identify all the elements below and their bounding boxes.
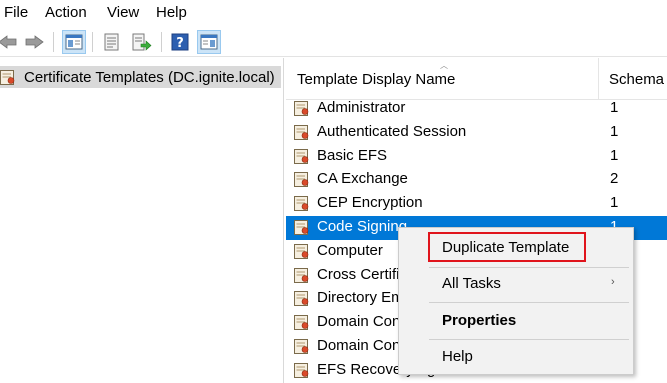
toolbar: ? (0, 27, 667, 57)
certificate-template-icon (294, 338, 312, 358)
menu-file[interactable]: File (2, 4, 30, 21)
console-tree: Certificate Templates (DC.ignite.local) (0, 58, 284, 383)
column-header-display-name[interactable]: Template Display Name (297, 71, 455, 88)
menu-help[interactable]: Help (154, 4, 189, 21)
menu-item-duplicate-template[interactable]: Duplicate Template (399, 234, 633, 262)
help-icon[interactable]: ? (168, 30, 192, 54)
table-row[interactable]: CA Exchange 2 (286, 168, 667, 192)
template-name-cell: Code Signing (317, 218, 408, 235)
template-name-cell: Basic EFS (317, 146, 388, 164)
menu-item-label: All Tasks (442, 275, 501, 292)
template-name-cell: Directory Em (317, 289, 404, 307)
back-arrow-icon[interactable] (0, 30, 20, 54)
column-header-schema-version[interactable]: Schema V (609, 71, 667, 88)
schema-version-cell: 1 (610, 122, 619, 140)
show-action-pane-icon[interactable] (197, 30, 221, 54)
certificate-template-icon (294, 148, 312, 168)
template-name-cell: Domain Con (317, 313, 401, 331)
certificate-template-icon (294, 100, 312, 120)
certificate-template-icon (294, 171, 312, 191)
list-header: ︿ Template Display Name Schema V (286, 58, 667, 100)
menu-item-properties[interactable]: Properties (399, 307, 633, 335)
menu-separator (429, 339, 629, 340)
menu-item-label: Duplicate Template (442, 239, 570, 256)
show-hide-console-tree-icon[interactable] (62, 30, 86, 54)
context-menu: Duplicate Template All Tasks › Propertie… (398, 227, 634, 375)
menu-item-help[interactable]: Help (399, 343, 633, 371)
menu-separator (429, 302, 629, 303)
certificate-template-icon (294, 195, 312, 215)
toolbar-separator (92, 32, 93, 52)
certificate-template-icon (294, 124, 312, 144)
tree-item-certificate-templates[interactable]: Certificate Templates (DC.ignite.local) (0, 66, 281, 88)
sort-ascending-icon: ︿ (440, 61, 448, 70)
toolbar-separator (53, 32, 54, 52)
svg-text:?: ? (176, 36, 184, 51)
schema-version-cell: 2 (610, 170, 619, 188)
template-name-cell: CA Exchange (317, 170, 408, 188)
schema-version-cell: 1 (610, 146, 619, 164)
schema-version-cell: 1 (610, 99, 619, 116)
table-row[interactable]: Authenticated Session 1 (286, 121, 667, 145)
column-divider[interactable] (598, 58, 599, 100)
properties-icon[interactable] (100, 30, 124, 54)
table-row[interactable]: Administrator 1 (286, 97, 667, 121)
template-name-cell: Domain Con (317, 337, 401, 354)
menu-view[interactable]: View (105, 4, 141, 21)
template-name-cell: Cross Certific (317, 265, 408, 283)
template-name-cell: Computer (317, 241, 383, 259)
certificate-template-icon (294, 314, 312, 334)
schema-version-cell: 1 (610, 194, 619, 212)
certificate-template-icon (294, 243, 312, 263)
forward-arrow-icon[interactable] (22, 30, 46, 54)
certificate-template-icon (294, 362, 312, 382)
menu-separator (429, 267, 629, 268)
menu-item-all-tasks[interactable]: All Tasks › (399, 270, 633, 298)
template-name-cell: Administrator (317, 99, 406, 116)
menu-item-label: Help (442, 348, 473, 365)
certificate-template-icon (294, 219, 312, 239)
table-row[interactable]: CEP Encryption 1 (286, 192, 667, 216)
menu-bar: File Action View Help (0, 0, 667, 27)
template-name-cell: CEP Encryption (317, 194, 423, 212)
template-name-cell: Authenticated Session (317, 122, 467, 140)
certificate-template-icon (294, 290, 312, 310)
export-list-icon[interactable] (130, 30, 154, 54)
menu-item-label: Properties (442, 312, 517, 329)
certificate-template-icon (0, 69, 18, 86)
table-row[interactable]: Basic EFS 1 (286, 145, 667, 169)
submenu-arrow-icon: › (611, 276, 615, 288)
menu-action[interactable]: Action (43, 4, 89, 21)
toolbar-separator (161, 32, 162, 52)
certificate-template-icon (294, 267, 312, 287)
tree-item-label: Certificate Templates (DC.ignite.local) (24, 68, 275, 86)
